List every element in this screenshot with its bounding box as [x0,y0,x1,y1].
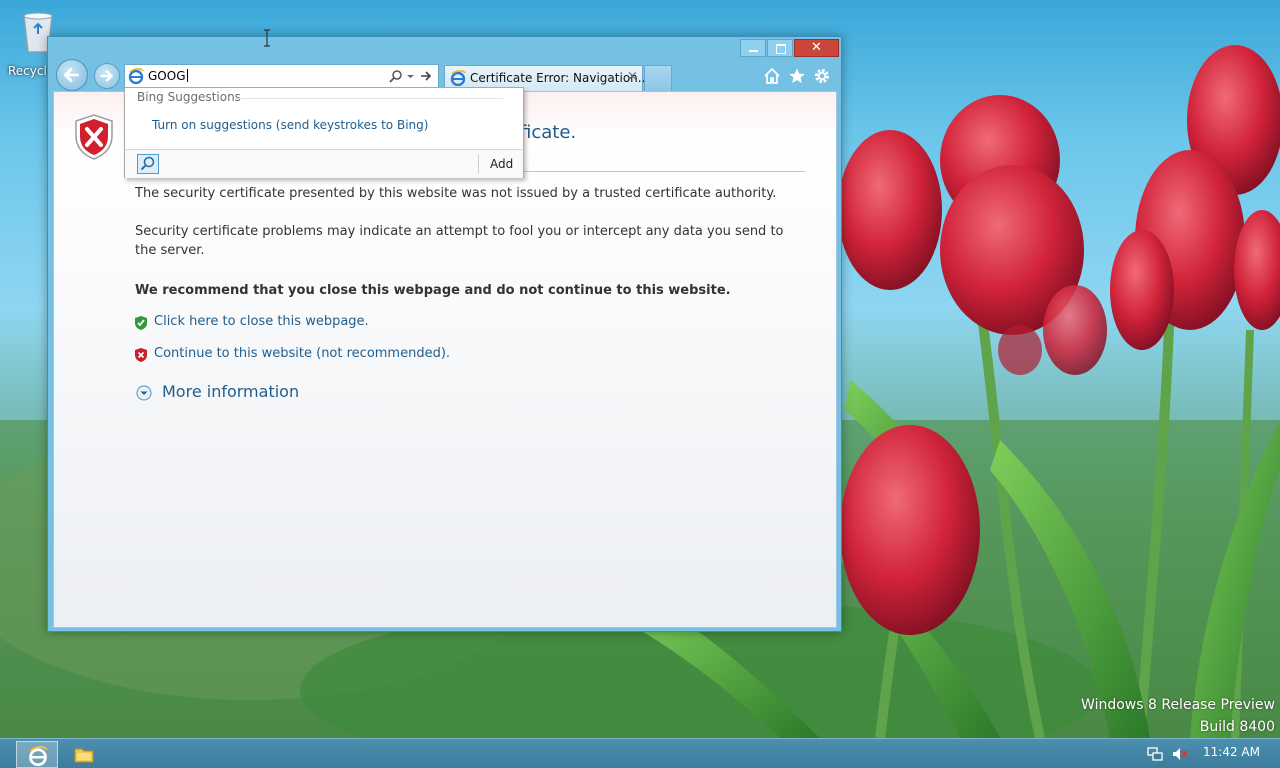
green-shield-check-icon [135,316,147,330]
suggestions-divider [235,98,503,99]
arrow-left-icon [64,67,80,83]
address-text: GOOG [148,69,186,83]
forward-button[interactable] [94,63,120,89]
close-window-button[interactable]: ✕ [794,39,839,57]
footer-divider [478,154,479,174]
continue-website-link[interactable]: Continue to this website (not recommende… [154,346,450,361]
bing-suggestions-header: Bing Suggestions [137,90,241,104]
add-provider-button[interactable]: Add [490,157,513,171]
minimize-button[interactable] [740,39,766,57]
taskbar-ie-button[interactable] [16,741,58,768]
clock[interactable]: 11:42 AM [1203,745,1260,759]
search-icon[interactable] [389,69,403,83]
maximize-button[interactable] [767,39,793,57]
error-description: The security certificate presented by th… [135,186,777,201]
recommendation: We recommend that you close this webpage… [135,283,731,298]
go-arrow-icon[interactable] [419,69,433,83]
network-icon[interactable] [1147,747,1163,761]
search-provider-button[interactable] [137,154,159,174]
red-shield-x-icon [135,348,147,362]
text-cursor-icon [264,29,270,47]
ie-logo-icon [450,70,466,86]
close-tab-icon[interactable]: × [627,70,638,84]
favorites-star-icon[interactable] [788,67,806,85]
turn-on-suggestions-link[interactable]: Turn on suggestions (send keystrokes to … [152,118,428,132]
address-bar[interactable]: GOOG [124,64,439,88]
watermark-line-1: Windows 8 Release Preview [1081,697,1275,713]
taskbar: 11:42 AM [0,738,1280,768]
os-watermark: Windows 8 Release Preview Build 8400 [1081,694,1275,738]
close-icon: ✕ [811,40,822,55]
page-title: ficate. [520,122,577,143]
gear-icon[interactable] [813,67,831,85]
search-icon [140,156,155,171]
volume-muted-icon[interactable] [1172,747,1188,761]
tab-title: Certificate Error: Navigation... [470,71,650,85]
error-warning: Security certificate problems may indica… [135,224,784,258]
ie-logo-icon [29,746,48,766]
ie-logo-icon [128,68,144,84]
more-information-label[interactable]: More information [162,382,299,401]
chevron-down-icon[interactable] [406,70,415,82]
file-explorer-icon[interactable] [74,745,94,763]
new-tab-button[interactable] [644,65,672,91]
home-icon[interactable] [763,67,781,85]
arrow-right-icon [100,70,113,82]
watermark-line-2: Build 8400 [1199,719,1275,735]
expand-circle-icon [136,385,152,401]
text-caret [186,69,188,82]
suggestions-footer: Add [125,149,523,178]
close-webpage-link[interactable]: Click here to close this webpage. [154,314,369,329]
back-button[interactable] [56,59,88,91]
security-shield-error-icon [75,114,113,160]
address-input[interactable]: GOOG [148,68,188,84]
suggestions-dropdown: Bing Suggestions Turn on suggestions (se… [124,87,524,178]
